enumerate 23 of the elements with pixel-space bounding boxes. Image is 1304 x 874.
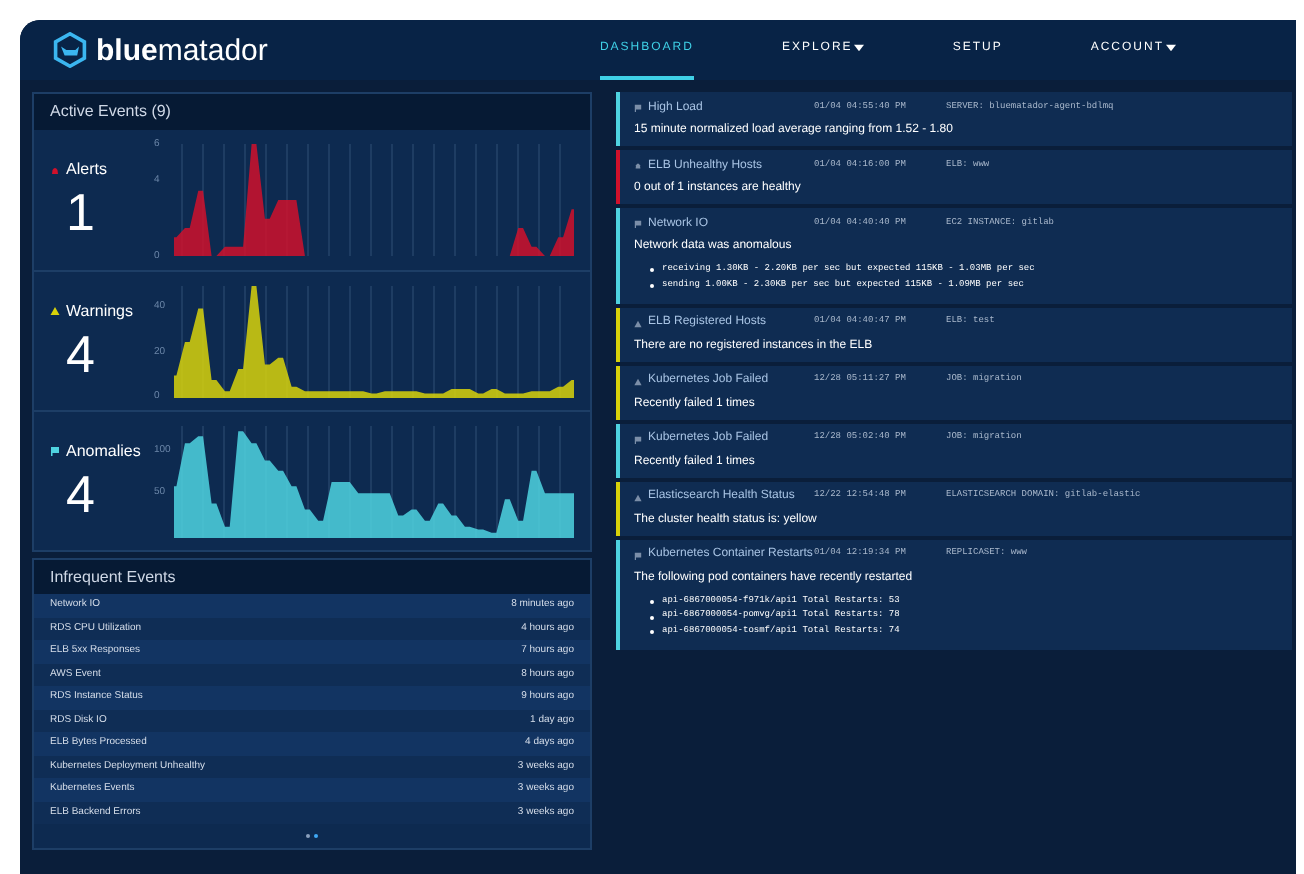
bull-logo-icon <box>52 32 88 68</box>
warning-icon <box>634 377 642 385</box>
flag-icon <box>50 446 60 456</box>
warning-icon <box>50 306 60 316</box>
event-card[interactable] <box>616 539 1292 650</box>
caret-icon <box>854 44 865 52</box>
warning-icon <box>634 493 642 501</box>
caret-icon <box>1166 44 1176 52</box>
panel-title: Active Events (9) <box>50 100 171 124</box>
flag-icon <box>634 220 642 228</box>
event-count: 1 <box>64 182 97 242</box>
flag-icon <box>634 551 642 559</box>
panel-title: Infrequent Events <box>50 565 176 589</box>
event-count: 4 <box>64 323 97 383</box>
event-card[interactable] <box>616 208 1292 303</box>
group-label: Warnings <box>66 299 133 323</box>
brand-name: bluematador <box>96 35 268 65</box>
warning-icon <box>634 319 642 327</box>
group-label: Alerts <box>66 158 107 182</box>
flag-icon <box>634 435 642 443</box>
event-count: 4 <box>64 463 97 523</box>
group-label: Anomalies <box>66 439 141 463</box>
flag-icon <box>634 104 642 112</box>
